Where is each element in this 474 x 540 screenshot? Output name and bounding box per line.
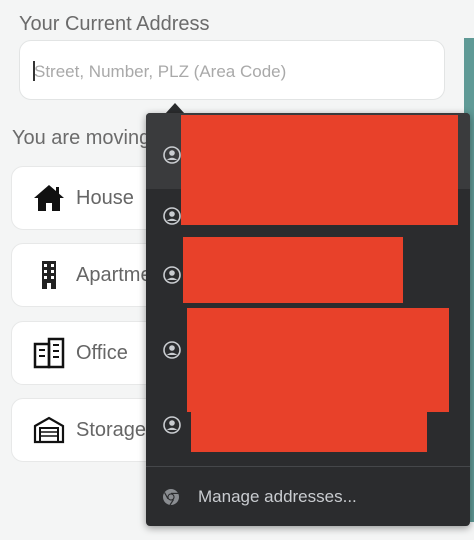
text-caret xyxy=(33,61,35,81)
redacted-suggestion xyxy=(187,308,449,412)
house-icon xyxy=(34,185,64,211)
person-icon xyxy=(163,266,181,284)
redacted-suggestion xyxy=(191,409,427,452)
type-label: Office xyxy=(76,342,128,364)
redacted-suggestion xyxy=(183,237,403,303)
person-icon xyxy=(163,341,181,359)
manage-addresses-item[interactable]: Manage addresses... xyxy=(146,475,470,519)
person-icon xyxy=(163,416,181,434)
office-icon xyxy=(33,337,65,369)
moving-heading: You are moving xyxy=(12,127,151,149)
manage-addresses-label: Manage addresses... xyxy=(198,487,357,506)
redacted-suggestion xyxy=(181,115,458,225)
dropdown-divider xyxy=(146,466,470,467)
type-label: House xyxy=(76,187,134,209)
person-icon xyxy=(163,146,181,164)
apartment-icon xyxy=(42,261,56,289)
type-label: Storage xyxy=(76,419,147,441)
person-icon xyxy=(163,207,181,225)
storage-icon xyxy=(33,416,65,444)
chrome-icon xyxy=(163,489,179,506)
address-input[interactable] xyxy=(32,58,436,86)
address-autofill-dropdown: Manage addresses... xyxy=(146,113,470,526)
address-heading: Your Current Address xyxy=(19,13,210,35)
address-field[interactable] xyxy=(19,40,445,100)
